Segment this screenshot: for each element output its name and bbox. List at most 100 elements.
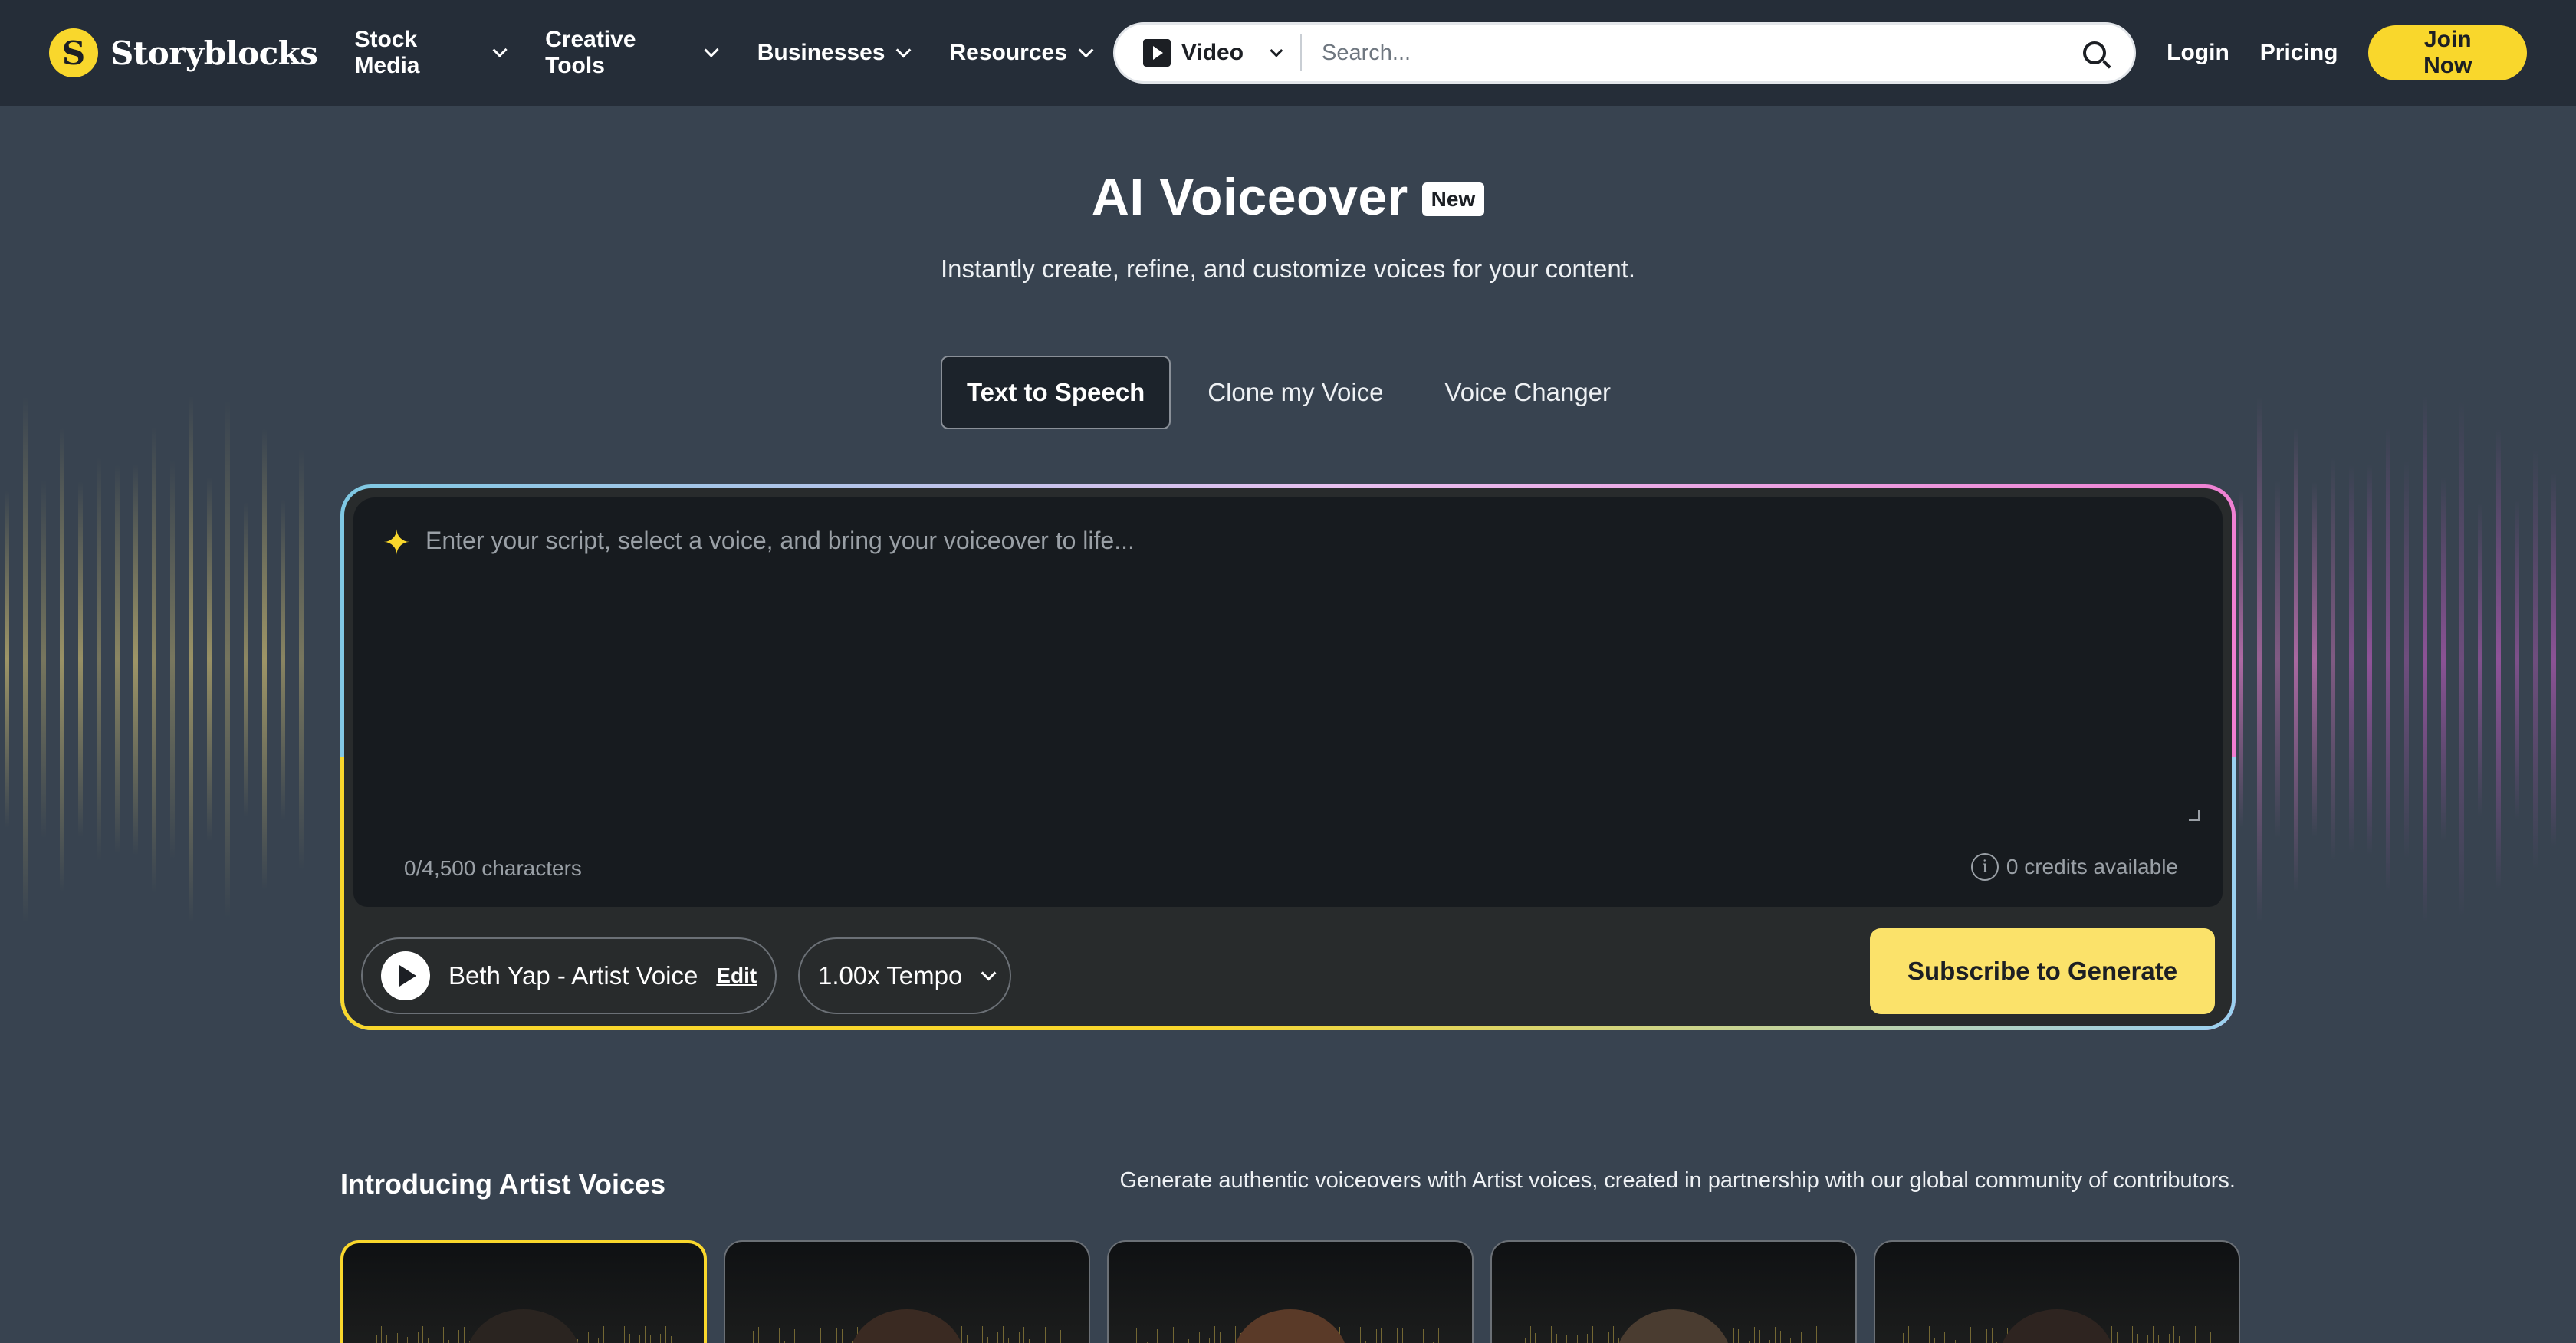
waveform-bar xyxy=(966,1335,968,1343)
waveform-bar xyxy=(587,1332,589,1343)
waveform-bar xyxy=(598,1338,600,1343)
waveform-bar xyxy=(262,429,267,890)
logo-text: Storyblocks xyxy=(110,34,318,72)
chevron-down-icon xyxy=(1078,42,1094,58)
waveform-bar xyxy=(2551,471,2556,847)
search-type-dropdown[interactable]: Video xyxy=(1142,34,1303,71)
info-icon[interactable]: i xyxy=(1970,853,1999,881)
waveform-bar xyxy=(982,1326,983,1343)
waveform-bar xyxy=(2533,448,2538,870)
artist-voice-card[interactable] xyxy=(340,1240,707,1343)
waveform-bar xyxy=(1198,1332,1200,1343)
login-link[interactable]: Login xyxy=(2167,40,2229,66)
waveform-bar xyxy=(1172,1327,1174,1343)
nav-stock-media[interactable]: Stock Media xyxy=(354,27,508,79)
search-icon[interactable] xyxy=(2083,41,2107,64)
waveform-bar xyxy=(977,1334,978,1343)
waveform-bar xyxy=(2404,459,2409,859)
waveform-bar xyxy=(207,477,212,842)
artist-voice-card[interactable] xyxy=(1107,1240,1474,1343)
waveform-bar xyxy=(443,1327,445,1343)
sparkle-icon: ✦ xyxy=(383,524,411,562)
tab-clone-my-voice[interactable]: Clone my Voice xyxy=(1183,356,1408,429)
pricing-link[interactable]: Pricing xyxy=(2260,40,2338,66)
waveform-bar xyxy=(1928,1326,1930,1343)
waveform-bar xyxy=(2478,501,2482,817)
waveform-bar xyxy=(2349,465,2354,854)
hero-title-row: AI Voiceover New xyxy=(0,167,2576,227)
waveform-bar xyxy=(133,463,138,855)
waveform-bar xyxy=(1566,1335,1567,1343)
mode-tabs: Text to Speech Clone my Voice Voice Chan… xyxy=(0,356,2576,429)
waveform-bar xyxy=(987,1337,988,1343)
waveform-bar xyxy=(603,1326,604,1343)
waveform-bar xyxy=(2127,1336,2128,1343)
voice-selector[interactable]: Beth Yap - Artist Voice Edit xyxy=(361,937,777,1014)
waveform-bar xyxy=(961,1326,962,1343)
waveform-bar xyxy=(836,1328,837,1343)
waveform-bar xyxy=(660,1334,661,1343)
artist-voices-heading: Introducing Artist Voices xyxy=(340,1168,666,1200)
chevron-down-icon xyxy=(492,42,508,58)
waveform-bar xyxy=(629,1334,630,1343)
artist-portrait xyxy=(466,1309,581,1343)
chevron-down-icon xyxy=(981,965,997,981)
waveform-bar xyxy=(1816,1326,1818,1343)
search-bar: Video xyxy=(1112,22,2137,84)
waveform-bar xyxy=(152,425,156,893)
waveform-bar xyxy=(2239,491,2243,828)
waveform-bar xyxy=(2423,396,2427,923)
search-input[interactable] xyxy=(1302,40,2084,66)
waveform-bar xyxy=(649,1335,651,1343)
waveform-bar xyxy=(1934,1338,1935,1343)
artist-voice-card[interactable] xyxy=(1490,1240,1857,1343)
waveform-bar xyxy=(1530,1326,1531,1343)
waveform-bar xyxy=(376,1335,377,1343)
waveform-bar xyxy=(1903,1333,1904,1343)
waveform-bar xyxy=(299,448,304,870)
waveform-bar xyxy=(2257,396,2262,923)
artist-voice-card[interactable] xyxy=(724,1240,1090,1343)
script-input[interactable] xyxy=(426,527,2189,833)
tab-voice-changer[interactable]: Voice Changer xyxy=(1421,356,1635,429)
waveform-bar xyxy=(1214,1326,1215,1343)
waveform-bar xyxy=(1733,1328,1734,1343)
waveform-bar xyxy=(1396,1328,1398,1343)
waveform-bar xyxy=(1360,1327,1362,1343)
subscribe-to-generate-button[interactable]: Subscribe to Generate xyxy=(1870,928,2215,1014)
nav-resources-label: Resources xyxy=(949,40,1067,65)
waveform-bar xyxy=(841,1329,843,1343)
waveform-bar xyxy=(2153,1326,2154,1343)
nav-creative-tools[interactable]: Creative Tools xyxy=(545,27,720,79)
play-icon[interactable] xyxy=(381,951,430,1000)
waveform-bar xyxy=(820,1328,822,1343)
waveform-bar xyxy=(1613,1326,1615,1343)
waveform-bar xyxy=(1029,1339,1030,1343)
waveform-bar xyxy=(2294,426,2298,892)
tab-text-to-speech[interactable]: Text to Speech xyxy=(940,356,1171,429)
decorative-waveform-left xyxy=(5,383,304,935)
tempo-dropdown[interactable]: 1.00x Tempo xyxy=(798,937,1012,1014)
waveform-bar xyxy=(2386,425,2390,893)
waveform-bar xyxy=(1608,1332,1609,1343)
nav-businesses[interactable]: Businesses xyxy=(757,40,912,66)
edit-voice-link[interactable]: Edit xyxy=(716,964,757,988)
waveform-bar xyxy=(623,1326,625,1343)
waveform-bar xyxy=(97,457,101,862)
logo[interactable]: S Storyblocks xyxy=(49,28,318,77)
waveform-bar xyxy=(608,1332,610,1343)
join-now-button[interactable]: Join Now xyxy=(2368,25,2527,80)
artist-portrait xyxy=(1233,1309,1348,1343)
waveform-bar xyxy=(997,1332,999,1343)
waveform-bar xyxy=(244,501,248,817)
waveform-bar xyxy=(1044,1327,1046,1343)
waveform-bar xyxy=(2275,480,2280,839)
waveform-bar xyxy=(1991,1328,1993,1343)
top-nav: S Storyblocks Stock Media Creative Tools… xyxy=(0,0,2576,106)
nav-creative-tools-label: Creative Tools xyxy=(545,27,636,78)
artist-voice-card[interactable] xyxy=(1874,1240,2240,1343)
resize-handle[interactable] xyxy=(2189,810,2200,821)
nav-resources[interactable]: Resources xyxy=(949,40,1094,66)
waveform-bar xyxy=(1907,1326,1909,1343)
tempo-label: 1.00x Tempo xyxy=(818,961,963,990)
